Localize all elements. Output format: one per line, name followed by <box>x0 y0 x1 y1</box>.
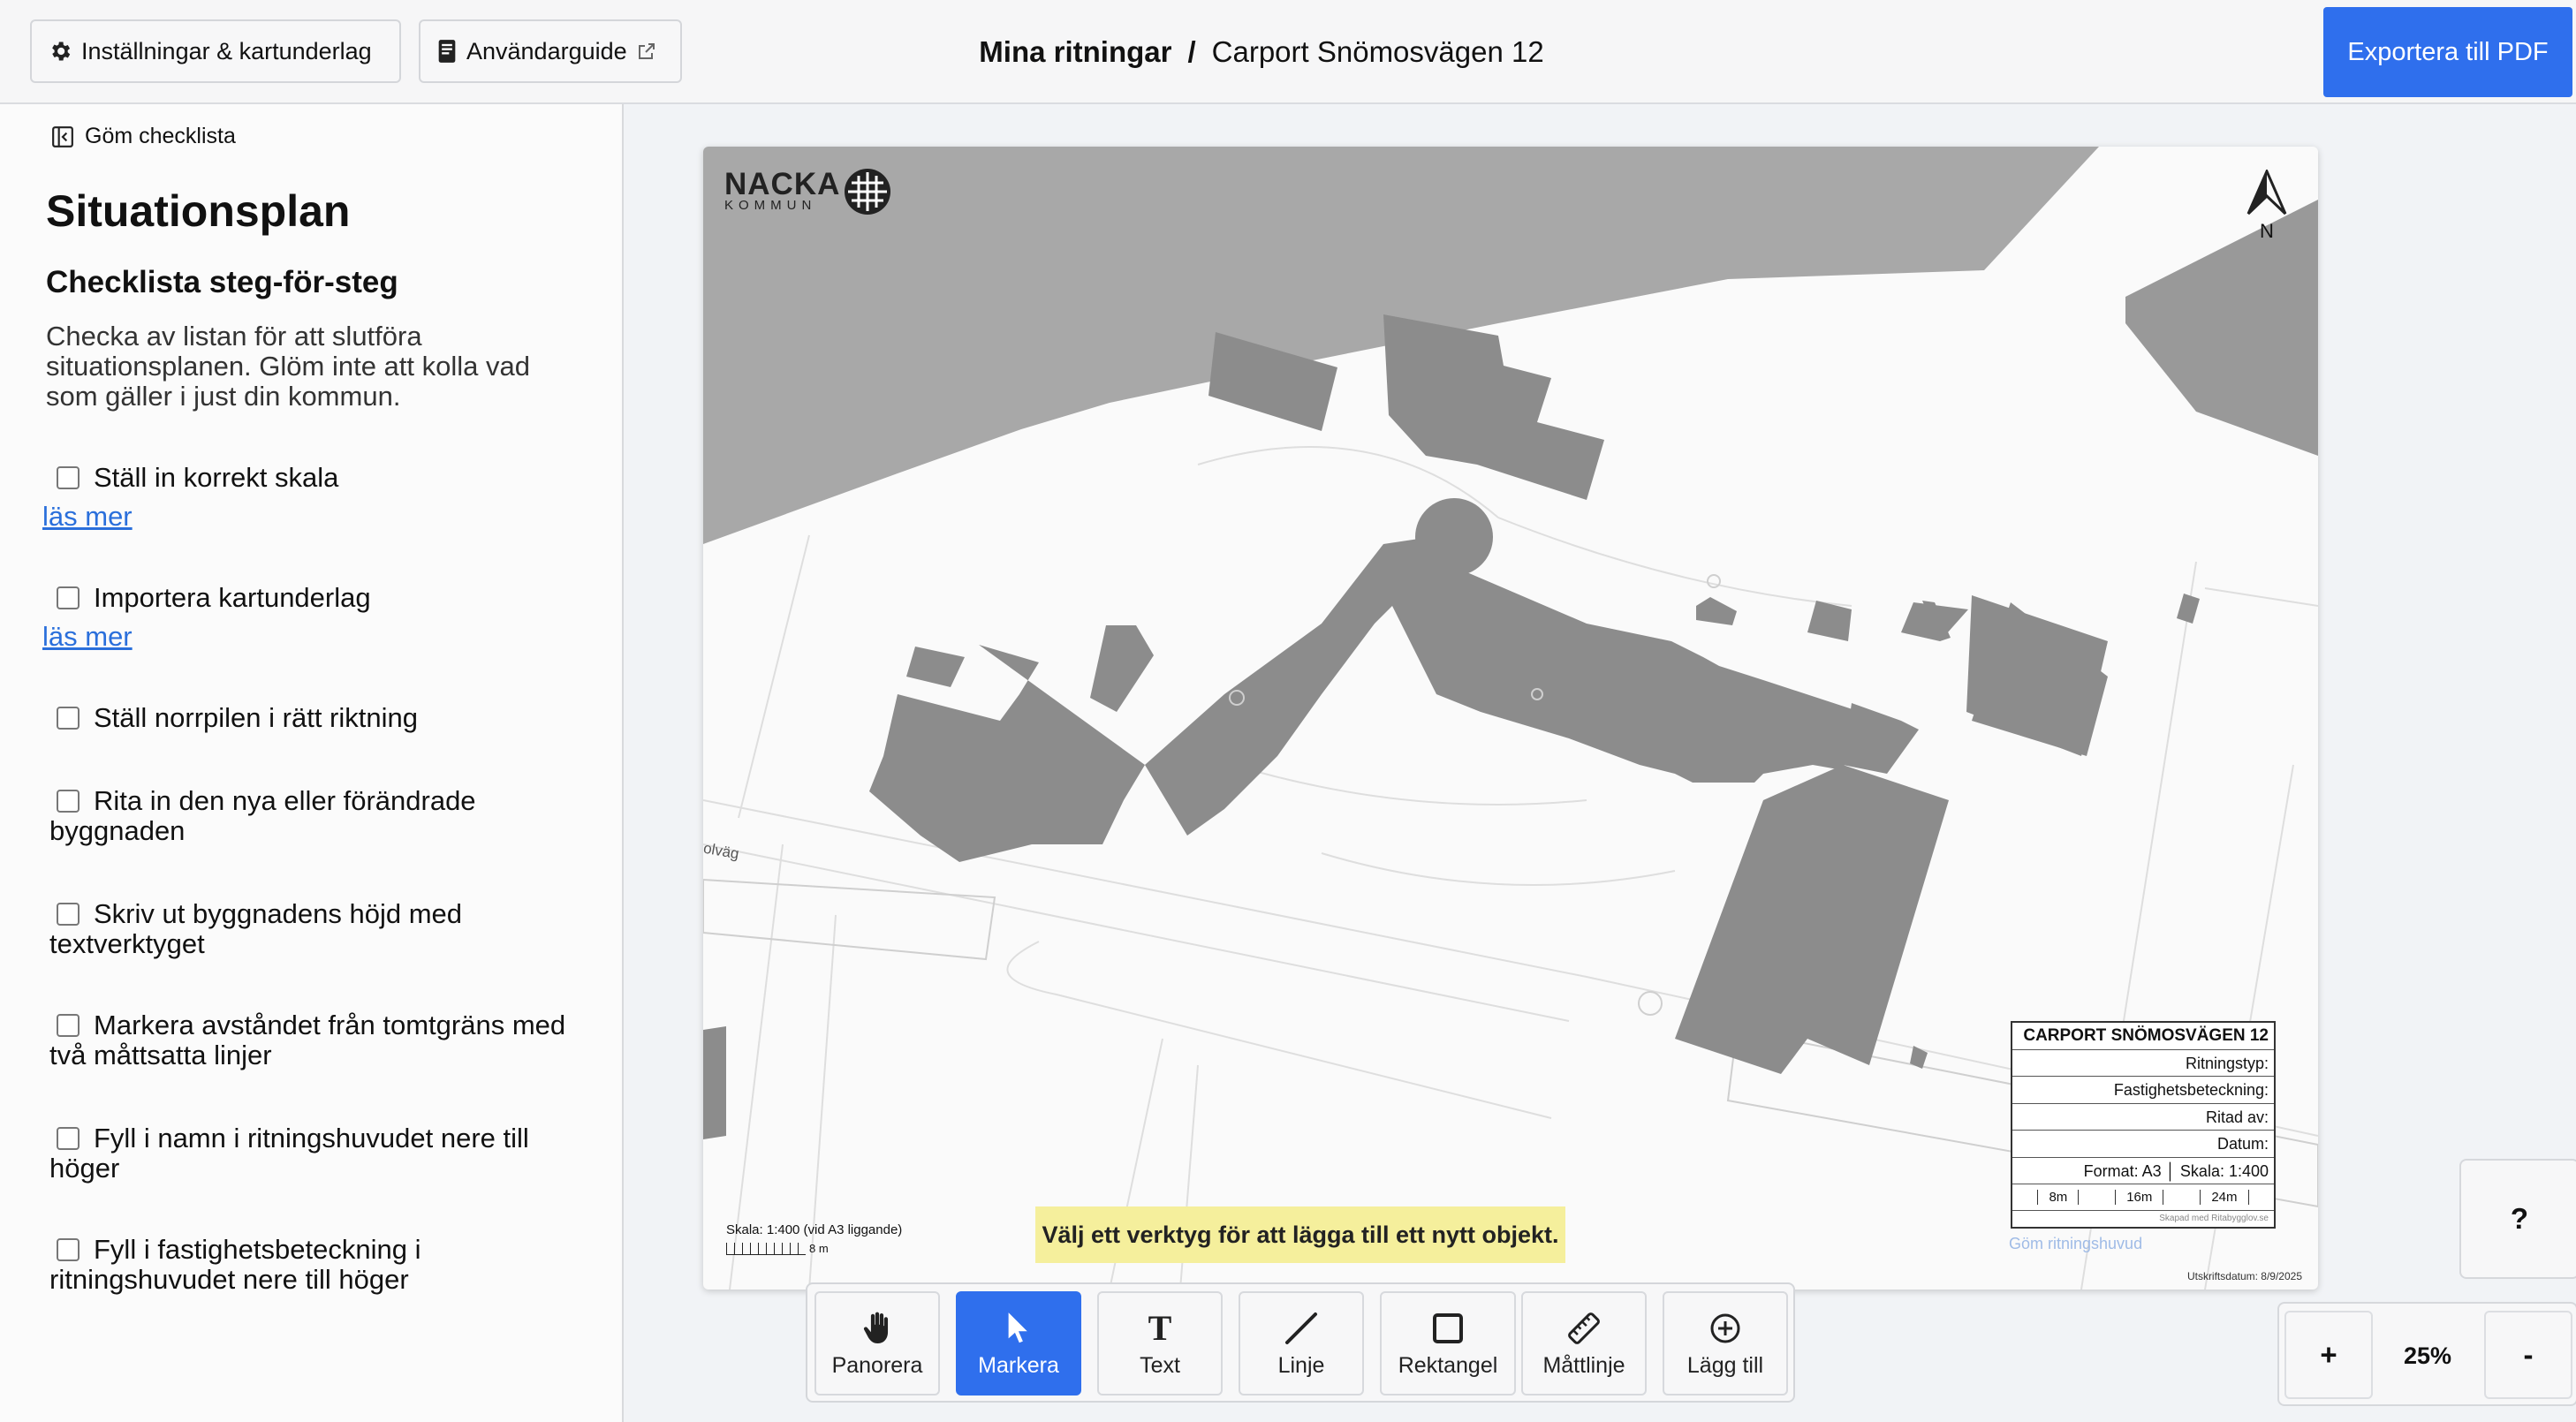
logo-name: NACKA <box>724 166 841 201</box>
checklist-item-label: Fyll i fastighetsbeteckning i ritningshu… <box>49 1234 421 1295</box>
tool-label: Måttlinje <box>1542 1352 1625 1378</box>
tool-label: Rektangel <box>1398 1352 1498 1378</box>
checklist-checkbox[interactable] <box>57 466 80 489</box>
checklist-checkbox[interactable] <box>57 1238 80 1261</box>
checklist-item: Rita in den nya eller förändrade byggnad… <box>49 786 580 846</box>
hide-title-block-link[interactable]: Göm ritningshuvud <box>2009 1235 2142 1253</box>
title-block-scale-bar: 8m 16m 24m <box>2012 1184 2274 1211</box>
tool-label: Lägg till <box>1686 1352 1764 1378</box>
ruler-icon <box>1566 1309 1602 1348</box>
zoom-control: + 25% - <box>2277 1302 2576 1406</box>
text-icon: T <box>1148 1308 1172 1348</box>
checklist-item-label: Ställ norrpilen i rätt riktning <box>94 702 418 733</box>
title-block-date: Datum: <box>2012 1131 2274 1158</box>
tool-line[interactable]: Linje <box>1239 1291 1364 1396</box>
checklist-item: Importera kartunderlag läs mer <box>42 582 580 652</box>
hide-checklist-label: Göm checklista <box>85 124 236 148</box>
checklist-item-label: Fyll i namn i ritningshuvudet nere till … <box>49 1123 529 1184</box>
scale-mark: 8m <box>2037 1190 2080 1205</box>
tool-palette: Panorera Markera T Text Linje Rektangel … <box>806 1282 1795 1403</box>
read-more-link[interactable]: läs mer <box>42 502 580 532</box>
checklist-item: Markera avståndet från tomtgräns med två… <box>49 1010 580 1070</box>
line-icon <box>1284 1309 1319 1348</box>
tool-text[interactable]: T Text <box>1097 1291 1223 1396</box>
breadcrumb-current: Carport Snömosvägen 12 <box>1211 35 1544 68</box>
checklist-item: Fyll i fastighetsbeteckning i ritningshu… <box>49 1235 580 1295</box>
scale-bar: 8 m <box>726 1242 829 1255</box>
checklist-checkbox[interactable] <box>57 707 80 730</box>
top-bar: Inställningar & kartunderlag Användargui… <box>0 0 2576 104</box>
tool-pan[interactable]: Panorera <box>814 1291 940 1396</box>
municipality-logo: NACKA KOMMUN <box>724 168 891 216</box>
tool-hint: Välj ett verktyg för att lägga till ett … <box>1035 1206 1565 1263</box>
checklist-item: Fyll i namn i ritningshuvudet nere till … <box>49 1123 580 1184</box>
title-block-drawn-by: Ritad av: <box>2012 1104 2274 1131</box>
breadcrumb-separator: / <box>1187 35 1196 68</box>
sidebar-title: Situationsplan <box>46 186 351 236</box>
north-arrow-icon <box>2246 170 2287 216</box>
title-block-made-with: Skapad med Ritabygglov.se <box>2159 1214 2269 1223</box>
checklist-checkbox[interactable] <box>57 903 80 926</box>
checklist-item: Skriv ut byggnadens höjd med textverktyg… <box>49 899 580 959</box>
tool-select[interactable]: Markera <box>956 1291 1081 1396</box>
checklist-item-label: Skriv ut byggnadens höjd med textverktyg… <box>49 898 463 959</box>
north-arrow[interactable]: N <box>2240 170 2293 243</box>
checklist-item-label: Importera kartunderlag <box>94 582 371 613</box>
logo-emblem-icon <box>844 168 891 216</box>
collapse-panel-icon <box>51 125 74 148</box>
title-block[interactable]: CARPORT SNÖMOSVÄGEN 12 Ritningstyp: Fast… <box>2011 1021 2276 1229</box>
checklist-checkbox[interactable] <box>57 790 80 813</box>
rectangle-icon <box>1432 1309 1464 1348</box>
scale-bar-graphic <box>726 1242 806 1255</box>
scale-text: Skala: 1:400 (vid A3 liggande) <box>726 1222 903 1237</box>
checklist-checkbox[interactable] <box>57 1014 80 1037</box>
checklist-sidebar: Göm checklista Situationsplan Checklista… <box>0 104 624 1422</box>
help-button[interactable]: ? <box>2459 1159 2576 1279</box>
north-label: N <box>2260 220 2274 242</box>
zoom-out-button[interactable]: - <box>2484 1311 2572 1399</box>
read-more-link[interactable]: läs mer <box>42 622 580 652</box>
tool-rectangle[interactable]: Rektangel <box>1380 1291 1516 1396</box>
drawing-canvas[interactable]: NACKA KOMMUN N olväg Skala: 1:400 (vid A… <box>703 147 2318 1290</box>
scale-mark: 16m <box>2115 1190 2164 1205</box>
sidebar-subtitle: Checklista steg-för-steg <box>46 265 398 299</box>
tool-label: Text <box>1140 1352 1180 1378</box>
title-block-format: Format: A3 │ Skala: 1:400 <box>2012 1158 2274 1184</box>
title-block-type: Ritningstyp: <box>2012 1050 2274 1077</box>
tool-label: Panorera <box>831 1352 923 1378</box>
scale-bar-label: 8 m <box>809 1242 829 1255</box>
title-block-property: Fastighetsbeteckning: <box>2012 1077 2274 1104</box>
plus-circle-icon <box>1709 1309 1741 1348</box>
checklist-item-label: Ställ in korrekt skala <box>94 462 339 493</box>
tool-dimension-line[interactable]: Måttlinje <box>1521 1291 1647 1396</box>
scale-mark: 24m <box>2200 1190 2249 1205</box>
export-pdf-button[interactable]: Exportera till PDF <box>2323 7 2572 97</box>
breadcrumb-root[interactable]: Mina ritningar <box>979 35 1171 69</box>
checklist-item-label: Markera avståndet från tomtgräns med två… <box>49 1010 566 1070</box>
print-date: Utskriftsdatum: 8/9/2025 <box>2186 1270 2302 1282</box>
zoom-level: 25% <box>2403 1342 2452 1369</box>
title-block-title: CARPORT SNÖMOSVÄGEN 12 <box>2012 1023 2274 1050</box>
zoom-in-button[interactable]: + <box>2284 1311 2373 1399</box>
tool-add[interactable]: Lägg till <box>1663 1291 1788 1396</box>
hide-checklist-button[interactable]: Göm checklista <box>51 124 236 149</box>
checklist-item: Ställ in korrekt skala läs mer <box>42 462 580 532</box>
tool-label: Linje <box>1277 1352 1325 1378</box>
hand-icon <box>862 1309 892 1348</box>
checklist-checkbox[interactable] <box>57 1127 80 1150</box>
sidebar-description: Checka av listan för att slutföra situat… <box>46 321 530 412</box>
checklist-item-label: Rita in den nya eller förändrade byggnad… <box>49 785 476 846</box>
tool-label: Markera <box>978 1352 1059 1378</box>
checklist-item: Ställ norrpilen i rätt riktning <box>49 703 580 733</box>
cursor-icon <box>1007 1309 1030 1348</box>
breadcrumb: Mina ritningar / Carport Snömosvägen 12 <box>0 0 2576 104</box>
checklist-checkbox[interactable] <box>57 586 80 609</box>
